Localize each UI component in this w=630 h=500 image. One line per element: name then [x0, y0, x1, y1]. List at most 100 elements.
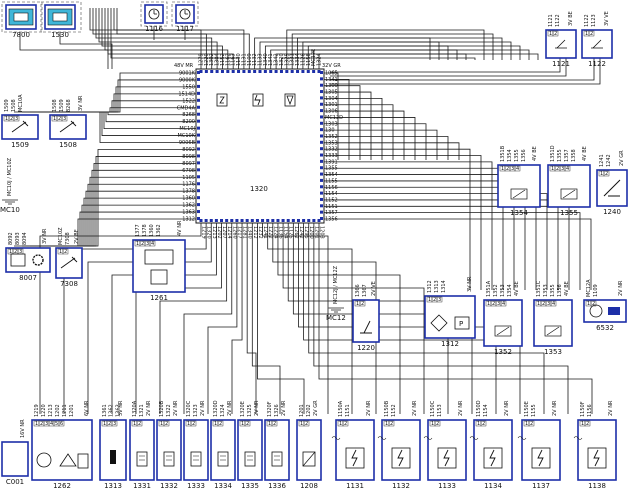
ecu-pin-left-9	[197, 133, 200, 137]
wire-left-1	[22, 79, 196, 113]
ecu-pin-label-left-9: MC10K	[178, 133, 196, 139]
wire-label-1354-1: 1354	[507, 149, 513, 162]
ecu-pin-label-bottom-23: 1203	[319, 226, 325, 239]
wire-label-1312-0: 1312	[427, 280, 433, 293]
ecu-pin-bottom-4	[220, 219, 224, 222]
wire-1121-a	[330, 58, 561, 73]
wire-label-1121-1: 1122	[555, 14, 561, 27]
wire-label-1208-0: 1201	[299, 404, 305, 417]
component-ref-1240: 1240	[603, 208, 621, 216]
wire-label-1354-2: 1355	[514, 149, 520, 162]
pin-number-1354-3: 4	[516, 166, 519, 172]
ecu-pin-label-bottom-11: 1232	[257, 226, 263, 239]
ecu-pin-label-right-2: 1300	[325, 83, 338, 89]
ecu-pin-right-8	[320, 121, 323, 125]
ecu-pin-label-bottom-20: 1295	[303, 226, 309, 239]
wire-label-1336-1: 1326	[274, 404, 280, 417]
pin-number-7308-0: 1	[59, 249, 62, 255]
wire-label-1509-1: 1508	[11, 99, 17, 112]
component-box-1334	[210, 419, 236, 481]
component-ref-1122: 1122	[588, 60, 606, 68]
component-ref-1208: 1208	[300, 482, 318, 490]
ecu-pin-label-bottom-3: 1202	[216, 226, 222, 239]
wire-label-1133-0: 1150C	[430, 400, 436, 417]
icon-relay-core-1530	[52, 12, 68, 22]
wire-label-1137-0: 1150E	[524, 401, 530, 417]
pin-number-1131-0: 1	[339, 421, 342, 427]
wire-label-1220-0: 1366	[355, 284, 361, 297]
component-box-1208	[296, 419, 322, 481]
component-spec-C001: 16V NR	[20, 419, 26, 438]
pin-number-1509-2: 3	[15, 116, 18, 122]
wire-label-8007-0: 8092	[8, 232, 14, 245]
ecu-pin-label-right-5: 1301	[325, 102, 338, 108]
component-spec-1122: 3V VE	[604, 11, 610, 26]
pin-number-1508-1: 2	[58, 116, 61, 122]
wire-label-1240-1: 1242	[606, 154, 612, 167]
ecu-pin-bottom-21	[307, 219, 311, 222]
ecu-pin-bottom-23	[317, 219, 321, 222]
component-ref-1116: 1116	[145, 25, 163, 33]
pin-number-1334-1: 2	[219, 421, 222, 427]
wire-label-1332-0: 1320B	[159, 400, 165, 417]
ecu-pin-bottom-17	[286, 219, 290, 222]
component-ref-1354: 1354	[510, 209, 528, 217]
pin-number-1508-0: 1	[53, 116, 56, 122]
pin-number-1355-3: 4	[566, 166, 569, 172]
wire-right-11	[324, 142, 460, 160]
wire-label-1331-0: 1320A	[132, 400, 138, 417]
pin-number-1312-0: 1	[428, 297, 431, 303]
ground-MC10: MC10 MC10J / MC10Z	[0, 157, 20, 214]
wire-label-1353-3: 1356	[557, 284, 563, 297]
wire-label-1509-2: MC10A	[18, 94, 24, 112]
component-ref-1121: 1121	[552, 60, 570, 68]
wire-label-1334-0: 1320D	[213, 400, 219, 417]
component-box-1138	[577, 419, 617, 481]
component-box-1331	[129, 419, 155, 481]
ecu-pin-right-9	[320, 128, 323, 132]
ecu-pin-label-bottom-21: 1200	[308, 226, 314, 239]
ecu-pin-right-4	[320, 96, 323, 100]
pin-number-1261-2: 3	[146, 241, 149, 247]
wire-left-0	[14, 72, 196, 113]
pin-number-1131-1: 2	[344, 421, 347, 427]
pin-number-1134-1: 2	[482, 421, 485, 427]
wire-label-1262-1: 1220	[41, 404, 47, 417]
wire-label-1133-1: 1153	[437, 404, 443, 417]
component-spec-1331: 2V NR	[146, 400, 152, 416]
component-box-1137	[521, 419, 561, 481]
wire-label-1131-1: 1151	[345, 404, 351, 417]
pin-number-1121-1: 2	[554, 31, 557, 37]
pin-number-1313-0: 1	[103, 421, 106, 427]
pin-number-1352-3: 4	[502, 301, 505, 307]
component-ref-1261: 1261	[150, 294, 168, 302]
pin-number-1240-0: 1	[600, 171, 603, 177]
ecu-pin-label-bottom-18: 1262	[293, 226, 299, 239]
ecu-1320: 1320 32V GR 48V MR 9001K9000K15501514D1522C…	[174, 49, 343, 239]
pin-number-1508-2: 3	[63, 116, 66, 122]
pin-number-1122-0: 1	[585, 31, 588, 37]
pin-number-1352-2: 3	[497, 301, 500, 307]
component-ref-1131: 1131	[346, 482, 364, 490]
component-ref-1134: 1134	[484, 482, 502, 490]
wire-label-1261-3: 1362	[156, 224, 162, 237]
ecu-pin-label-right-6: 1306	[325, 109, 338, 115]
ecu-pin-bottom-8	[240, 219, 244, 222]
pin-number-1132-0: 1	[385, 421, 388, 427]
component-ref-1336: 1336	[268, 482, 286, 490]
pin-number-1133-0: 1	[431, 421, 434, 427]
ecu-pin-left-6	[197, 112, 200, 116]
ecu-pin-left-4	[197, 98, 200, 102]
ecu-pin-label-left-4: 1522	[182, 98, 195, 104]
ecu-pin-top-1	[204, 70, 208, 73]
component-spec-1262: 6V NR	[84, 400, 90, 416]
component-spec-1355: 4V BE	[582, 146, 588, 161]
pin-number-7308-1: 2	[64, 249, 67, 255]
ecu-pin-right-18	[320, 185, 323, 189]
ecu-pin-label-right-14: 1391	[325, 159, 338, 165]
wire-label-1353-1: 1353	[543, 284, 549, 297]
ecu-pin-label-left-10: 9006B	[179, 140, 196, 146]
component-spec-1240: 2V GR	[619, 150, 625, 166]
wire-bottom-9	[246, 223, 257, 414]
ecu-pin-right-16	[320, 172, 323, 176]
